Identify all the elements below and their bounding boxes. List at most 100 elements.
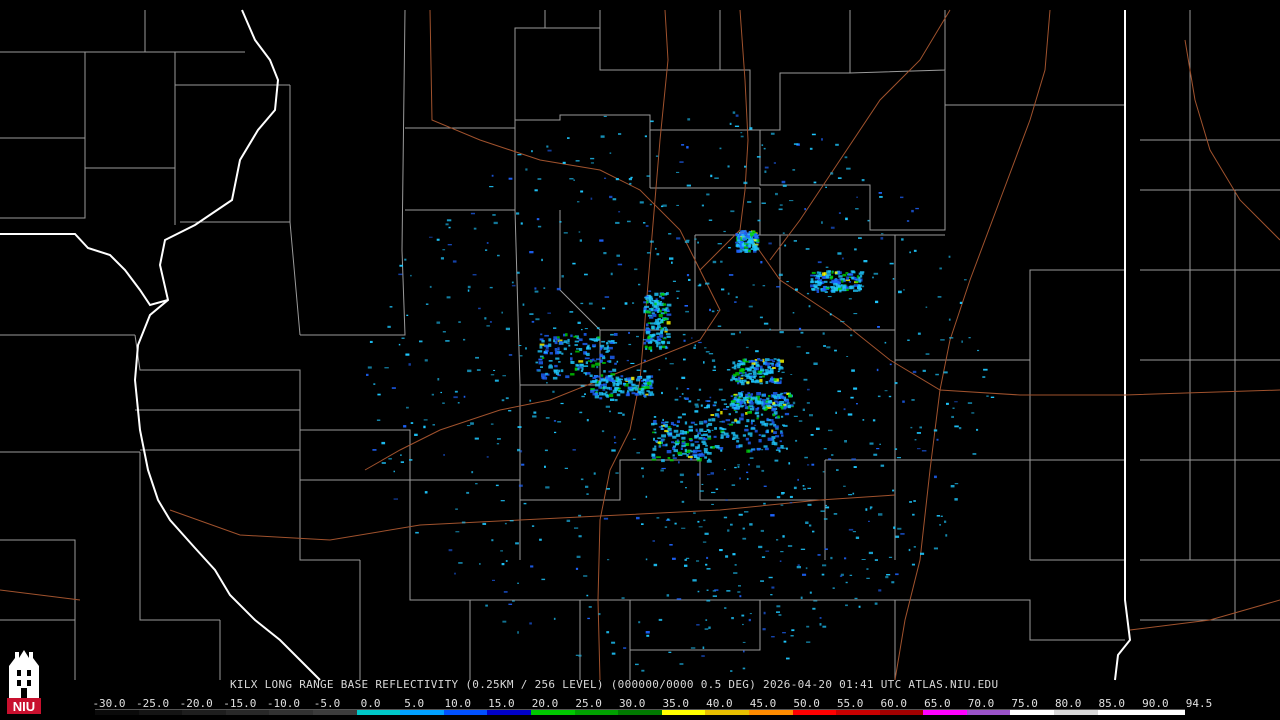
- echo-pixel: [808, 305, 811, 308]
- echo-pixel: [788, 462, 791, 465]
- echo-pixel: [765, 362, 770, 366]
- echo-pixel: [531, 525, 535, 527]
- echo-pixel: [607, 559, 610, 561]
- echo-pixel: [748, 376, 753, 379]
- echo-pixel: [656, 341, 661, 345]
- echo-pixel: [861, 179, 865, 182]
- echo-pixel: [583, 575, 588, 577]
- echo-pixel: [810, 434, 814, 436]
- echo-pixel: [707, 422, 713, 426]
- echo-pixel: [733, 572, 738, 574]
- echo-pixel: [632, 438, 636, 440]
- echo-pixel: [748, 463, 750, 466]
- echo-pixel: [554, 364, 558, 368]
- echo-pixel: [454, 390, 458, 393]
- echo-pixel: [570, 373, 575, 376]
- echo-pixel: [671, 261, 673, 264]
- echo-pixel: [455, 508, 458, 510]
- echo-pixel: [874, 559, 878, 561]
- echo-pixel: [708, 219, 713, 221]
- echo-pixel: [547, 149, 552, 152]
- echo-pixel: [672, 457, 677, 459]
- echo-pixel: [725, 499, 728, 501]
- echo-pixel: [706, 568, 711, 570]
- echo-pixel: [769, 423, 773, 426]
- echo-pixel: [933, 429, 938, 432]
- echo-pixel: [876, 448, 880, 450]
- echo-pixel: [822, 471, 825, 473]
- echo-pixel: [666, 594, 670, 597]
- echo-pixel: [611, 652, 616, 655]
- echo-pixel: [548, 360, 553, 362]
- echo-pixel: [806, 641, 811, 643]
- echo-pixel: [853, 387, 858, 390]
- echo-pixel: [609, 195, 613, 199]
- echo-pixel: [700, 434, 704, 437]
- echo-pixel: [782, 184, 787, 187]
- echo-pixel: [750, 421, 753, 425]
- echo-pixel: [415, 531, 419, 534]
- echo-pixel: [697, 444, 700, 448]
- echo-pixel: [649, 240, 654, 243]
- echo-pixel: [762, 407, 766, 410]
- echo-pixel: [742, 237, 746, 241]
- echo-pixel: [455, 531, 460, 533]
- echo-pixel: [949, 337, 954, 339]
- echo-pixel: [881, 233, 884, 235]
- echo-pixel: [666, 335, 671, 338]
- echo-pixel: [401, 337, 405, 339]
- echo-pixel: [750, 393, 753, 396]
- echo-pixel: [779, 403, 783, 406]
- echo-pixel: [788, 394, 792, 398]
- echo-pixel: [558, 369, 561, 373]
- echo-pixel: [410, 274, 412, 277]
- echo-pixel: [660, 341, 666, 344]
- echo-pixel: [848, 298, 852, 300]
- echo-pixel: [679, 396, 682, 398]
- echo-pixel: [691, 337, 693, 339]
- echo-pixel: [648, 391, 654, 394]
- echo-pixel: [398, 273, 403, 276]
- colorbar-segment: [1010, 710, 1055, 715]
- echo-pixel: [405, 353, 410, 356]
- scale-tick-label: 94.5: [1185, 697, 1213, 710]
- echo-pixel: [699, 422, 704, 425]
- echo-pixel: [783, 424, 788, 427]
- echo-pixel: [509, 520, 514, 522]
- colorbar-segment: [400, 710, 444, 715]
- echo-pixel: [753, 248, 757, 251]
- echo-pixel: [759, 316, 763, 319]
- echo-pixel: [658, 618, 663, 621]
- echo-pixel: [751, 419, 755, 422]
- echo-pixel: [653, 428, 657, 431]
- echo-pixel: [376, 419, 381, 421]
- echo-pixel: [686, 274, 690, 277]
- echo-pixel: [678, 461, 680, 464]
- echo-pixel: [436, 321, 441, 324]
- echo-pixel: [553, 617, 556, 620]
- echo-pixel: [784, 399, 789, 403]
- echo-pixel: [400, 454, 402, 456]
- echo-pixel: [761, 449, 764, 451]
- echo-pixel: [636, 452, 640, 454]
- echo-pixel: [917, 332, 921, 335]
- echo-pixel: [813, 600, 818, 602]
- echo-pixel: [440, 257, 444, 260]
- echo-pixel: [968, 337, 971, 339]
- echo-pixel: [751, 380, 756, 383]
- echo-pixel: [770, 132, 775, 135]
- echo-pixel: [762, 628, 766, 631]
- echo-pixel: [707, 474, 711, 476]
- echo-pixel: [869, 506, 873, 509]
- echo-pixel: [660, 293, 665, 296]
- echo-pixel: [636, 393, 640, 396]
- echo-pixel: [844, 156, 848, 159]
- echo-pixel: [581, 367, 584, 371]
- echo-pixel: [592, 358, 595, 361]
- echo-pixel: [655, 247, 657, 250]
- echo-pixel: [688, 400, 692, 403]
- echo-pixel: [603, 370, 606, 373]
- echo-pixel: [431, 393, 434, 396]
- echo-pixel: [628, 343, 632, 346]
- echo-pixel: [706, 193, 710, 196]
